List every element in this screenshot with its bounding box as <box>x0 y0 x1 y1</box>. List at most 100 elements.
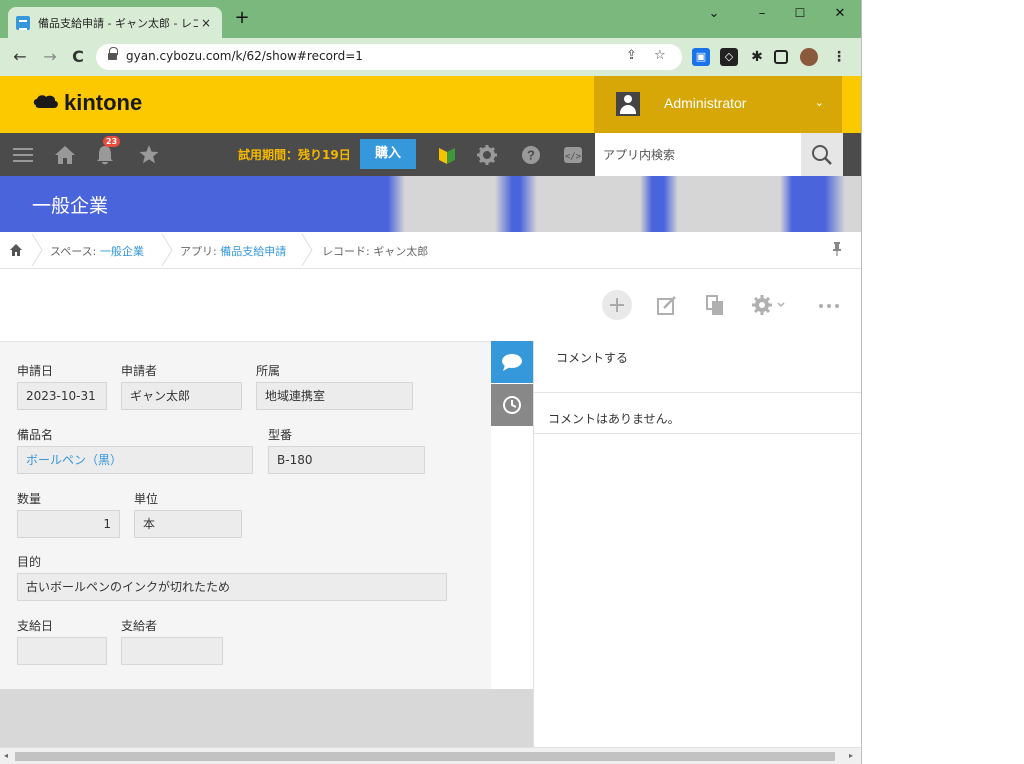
browser-window: 備品支給申請 - ギャン太郎 - レコー × + ⌄ – ☐ ✕ ← → C g… <box>0 0 862 764</box>
field-value-purpose: 古いボールペンのインクが切れたため <box>17 573 447 601</box>
edit-icon <box>657 296 676 315</box>
chevron-down-icon: ⌄ <box>814 96 824 109</box>
field-label-model-no: 型番 <box>268 428 293 442</box>
kintone-cloud-icon <box>33 95 58 108</box>
field-value-apply-date: 2023-10-31 <box>17 382 107 410</box>
no-comments-text: コメントはありません。 <box>548 412 680 426</box>
reload-button[interactable]: C <box>68 47 88 67</box>
minimize-button[interactable]: – <box>752 6 772 21</box>
breadcrumb-app[interactable]: アプリ: 備品支給申請 <box>180 243 286 259</box>
field-label-department: 所属 <box>256 364 281 378</box>
side-panel-icon[interactable] <box>774 50 788 64</box>
comment-input[interactable]: コメントする <box>534 341 861 393</box>
field-label-unit: 単位 <box>134 492 159 506</box>
comment-panel: コメントする コメントはありません。 <box>533 341 861 747</box>
field-label-supply-date: 支給日 <box>17 619 54 633</box>
kintone-logo[interactable]: kintone <box>32 90 142 116</box>
comment-tab[interactable] <box>491 341 533 383</box>
tab-title: 備品支給申請 - ギャン太郎 - レコー <box>38 16 198 30</box>
app-search <box>595 133 801 176</box>
history-clock-icon <box>503 396 521 414</box>
breadcrumb-app-prefix: アプリ: <box>180 245 221 258</box>
edit-record-button[interactable] <box>652 290 682 320</box>
field-value-supplier <box>121 637 223 665</box>
breadcrumb-record: レコード: ギャン太郎 <box>322 243 428 259</box>
more-options-button[interactable] <box>814 290 844 320</box>
space-banner: 一般企業 <box>0 176 861 232</box>
kintone-app-favicon-icon <box>16 15 30 30</box>
breadcrumb-record-name: ギャン太郎 <box>373 245 429 258</box>
new-tab-button[interactable]: + <box>232 9 252 29</box>
breadcrumb-space[interactable]: スペース: 一般企業 <box>50 243 144 259</box>
record-actions <box>0 269 861 341</box>
bell-icon[interactable] <box>94 144 116 166</box>
settings-menu-button[interactable] <box>748 290 788 320</box>
breadcrumb-app-link[interactable]: 備品支給申請 <box>220 245 286 258</box>
field-value-model-no: B-180 <box>268 446 425 474</box>
record-form: 申請日 申請者 所属 2023-10-31 ギャン太郎 地域連携室 備品名 型番… <box>0 341 491 689</box>
comment-input-placeholder: コメントする <box>556 351 629 365</box>
user-menu[interactable]: Administrator ⌄ <box>594 76 842 133</box>
history-tab[interactable] <box>491 384 533 426</box>
gear-icon[interactable] <box>476 144 498 166</box>
extension-translate-icon[interactable]: ▣ <box>692 48 710 66</box>
beginner-mark-icon[interactable] <box>436 144 458 166</box>
pin-icon[interactable] <box>832 241 842 260</box>
notification-badge: 23 <box>103 136 121 147</box>
bookmark-star-icon[interactable]: ☆ <box>654 48 666 63</box>
tab-strip: 備品支給申請 - ギャン太郎 - レコー × + ⌄ – ☐ ✕ <box>0 0 861 38</box>
scroll-right-arrow-icon[interactable]: ▸ <box>849 751 853 760</box>
breadcrumb-home-icon[interactable] <box>9 243 23 257</box>
share-icon[interactable]: ⇪ <box>626 48 637 63</box>
extension-devtools-icon[interactable]: ◇ <box>720 48 738 66</box>
lock-icon <box>108 47 118 62</box>
back-button[interactable]: ← <box>10 47 30 67</box>
help-icon[interactable]: ? <box>520 144 542 166</box>
horizontal-scrollbar[interactable]: ◂ ▸ <box>0 747 861 764</box>
tab-close-icon[interactable]: × <box>198 16 214 30</box>
field-label-applicant: 申請者 <box>121 364 158 378</box>
scrollbar-thumb[interactable] <box>15 752 835 761</box>
url-text: gyan.cybozu.com/k/62/show#record=1 <box>126 49 363 63</box>
field-label-supplier: 支給者 <box>121 619 158 633</box>
search-button[interactable] <box>801 133 843 176</box>
breadcrumb-space-link[interactable]: 一般企業 <box>100 245 144 258</box>
form-footer-area <box>0 689 533 747</box>
field-value-item-name-link[interactable]: ボールペン（黒） <box>17 446 253 474</box>
address-bar-row: ← → C gyan.cybozu.com/k/62/show#record=1… <box>0 38 861 76</box>
profile-avatar-icon[interactable] <box>800 48 818 66</box>
svg-text:?: ? <box>527 148 535 163</box>
code-icon[interactable]: </> <box>562 144 584 166</box>
tab-search-icon[interactable]: ⌄ <box>704 6 724 21</box>
field-label-apply-date: 申請日 <box>17 364 54 378</box>
field-value-department: 地域連携室 <box>256 382 413 410</box>
field-value-quantity: 1 <box>17 510 120 538</box>
extensions-puzzle-icon[interactable]: ✱ <box>748 48 766 66</box>
duplicate-record-button[interactable] <box>700 290 730 320</box>
app-search-input[interactable] <box>595 133 801 176</box>
scroll-left-arrow-icon[interactable]: ◂ <box>4 751 8 760</box>
add-icon <box>610 298 624 312</box>
svg-text:</>: </> <box>565 152 582 162</box>
buy-button[interactable]: 購入 <box>360 139 416 169</box>
user-avatar-icon <box>616 92 640 116</box>
field-label-item-name: 備品名 <box>17 428 54 442</box>
field-value-applicant: ギャン太郎 <box>121 382 242 410</box>
add-record-button[interactable] <box>602 290 632 320</box>
kintone-logo-text: kintone <box>64 90 143 115</box>
field-value-supply-date <box>17 637 107 665</box>
close-window-button[interactable]: ✕ <box>830 6 850 21</box>
more-icon <box>819 304 839 308</box>
comment-divider <box>534 433 861 434</box>
duplicate-icon <box>706 295 723 315</box>
home-icon[interactable] <box>54 144 76 166</box>
star-icon[interactable] <box>138 144 160 166</box>
url-bar[interactable]: gyan.cybozu.com/k/62/show#record=1 ⇪ ☆ <box>96 44 682 70</box>
maximize-button[interactable]: ☐ <box>790 6 810 20</box>
browser-menu-icon[interactable]: ⋮ <box>830 48 848 66</box>
menu-icon[interactable] <box>12 144 34 166</box>
breadcrumb-space-prefix: スペース: <box>50 245 100 258</box>
browser-tab[interactable]: 備品支給申請 - ギャン太郎 - レコー × <box>8 7 222 38</box>
field-label-quantity: 数量 <box>17 492 42 506</box>
forward-button[interactable]: → <box>40 47 60 67</box>
